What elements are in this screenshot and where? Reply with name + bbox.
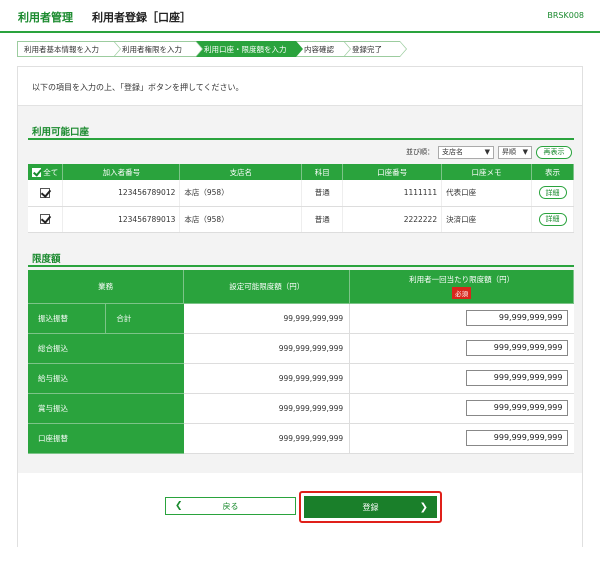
account-number: 1111111 [342,180,443,207]
settable-limit: 999,999,999,999 [183,363,351,394]
sort-key-select[interactable]: 支店名 ▼ [438,145,494,159]
col-display: 表示 [531,164,574,180]
business-sub: 合計 [105,303,184,334]
branch-name: 本店（958） [179,206,303,233]
step-basic-info: 利用者基本情報を入力 [17,41,121,57]
app-name: 利用者管理 [18,11,73,24]
sort-key-value: 支店名 [442,148,463,156]
limit-input[interactable]: 999,999,999,999 [465,340,568,356]
accounts-section-divider [28,138,574,140]
account-number: 2222222 [342,206,443,233]
col-user-limit-label: 利用者一回当たり限度額（円） [409,274,515,284]
step-accounts-limits: 利用口座・限度額を入力 [196,41,303,57]
redisplay-button[interactable]: 再表示 [536,145,572,159]
submit-highlight: 登録 ❯ [299,491,442,523]
select-all-checkbox[interactable] [32,168,42,177]
account-type: 普通 [301,206,344,233]
settable-limit: 99,999,999,999 [183,303,351,334]
step-permissions: 利用者権限を入力 [114,41,203,57]
row-checkbox[interactable] [40,187,51,198]
col-settable-limit: 設定可能限度額（円） [183,270,351,304]
limit-input[interactable]: 999,999,999,999 [465,370,568,386]
action-area: ❮ 戻る 登録 ❯ [18,473,582,547]
sort-order-select[interactable]: 昇順 ▼ [498,145,532,159]
account-type: 普通 [301,180,344,207]
limit-input[interactable]: 99,999,999,999 [465,310,568,326]
col-user-limit: 利用者一回当たり限度額（円） 必須 [349,270,574,304]
limit-input[interactable]: 999,999,999,999 [465,400,568,416]
chevron-down-icon: ▼ [484,148,490,156]
subscriber-number: 123456789013 [62,206,181,233]
row-checkbox[interactable] [40,214,51,224]
chevron-right-icon: ❯ [419,501,428,513]
business-name: 口座振替 [28,423,184,454]
col-type: 科目 [301,164,344,180]
chevron-down-icon: ▼ [522,148,528,156]
submit-button[interactable]: 登録 ❯ [304,496,437,518]
col-branch: 支店名 [179,164,303,180]
table-row: 123456789012 本店（958） 普通 1111111 代表口座 詳細 [28,180,574,207]
table-row: 123456789013 本店（958） 普通 2222222 決済口座 詳細 [28,206,574,233]
business-name: 振込振替 [28,303,107,334]
business-name: 総合振込 [28,333,184,364]
main-panel: 以下の項目を入力の上、「登録」ボタンを押してください。 利用可能口座 並び順： … [17,66,583,547]
subscriber-number: 123456789012 [62,180,181,207]
settable-limit: 999,999,999,999 [183,393,351,424]
sort-bar: 並び順： 支店名 ▼ 昇順 ▼ 再表示 [406,145,572,159]
select-all-header[interactable]: 全て [28,164,64,180]
limit-input[interactable]: 999,999,999,999 [465,430,568,446]
col-account-number: 口座番号 [342,164,443,180]
table-row: 口座振替 999,999,999,999 999,999,999,999 [28,423,574,454]
col-memo: 口座メモ [441,164,532,180]
submit-button-label: 登録 [362,502,379,512]
chevron-left-icon: ❮ [175,501,183,511]
back-button[interactable]: ❮ 戻る [165,497,296,515]
business-name: 賞与振込 [28,393,184,424]
business-name: 給与振込 [28,363,184,394]
step-complete: 登録完了 [344,41,407,57]
table-row: 振込振替 合計 99,999,999,999 99,999,999,999 [28,303,574,334]
progress-steps: 利用者基本情報を入力 利用者権限を入力 利用口座・限度額を入力 内容確認 登録完… [17,41,407,57]
accounts-section-title: 利用可能口座 [32,127,90,138]
limits-table: 業務 設定可能限度額（円） 利用者一回当たり限度額（円） 必須 振込振替 合計 … [28,270,574,454]
instruction-box: 以下の項目を入力の上、「登録」ボタンを押してください。 [18,67,582,106]
detail-button[interactable]: 詳細 [538,186,567,200]
page-title: 利用者登録［口座］ [92,11,191,24]
col-subscriber: 加入者番号 [62,164,181,180]
table-row: 給与振込 999,999,999,999 999,999,999,999 [28,363,574,394]
account-memo: 決済口座 [441,206,532,233]
settable-limit: 999,999,999,999 [183,333,351,364]
account-memo: 代表口座 [441,180,532,207]
header-divider [0,31,600,33]
step-confirm: 内容確認 [296,41,351,57]
sort-label: 並び順： [406,148,434,156]
screen-code: BRSK008 [547,11,584,20]
col-business: 業務 [28,270,185,304]
detail-button[interactable]: 詳細 [538,212,567,226]
table-row: 賞与振込 999,999,999,999 999,999,999,999 [28,393,574,424]
limits-section-divider [28,265,574,267]
sort-order-value: 昇順 [502,148,516,156]
instruction-text: 以下の項目を入力の上、「登録」ボタンを押してください。 [32,83,244,92]
back-button-label: 戻る [222,501,239,511]
required-badge: 必須 [452,286,472,299]
branch-name: 本店（958） [179,180,303,207]
settable-limit: 999,999,999,999 [183,423,351,454]
table-row: 総合振込 999,999,999,999 999,999,999,999 [28,333,574,364]
accounts-table: 全て 加入者番号 支店名 科目 口座番号 口座メモ 表示 12345678901… [28,164,574,233]
header: 利用者管理 利用者登録［口座］ BRSK008 [0,0,600,31]
limits-section-title: 限度額 [32,254,61,265]
